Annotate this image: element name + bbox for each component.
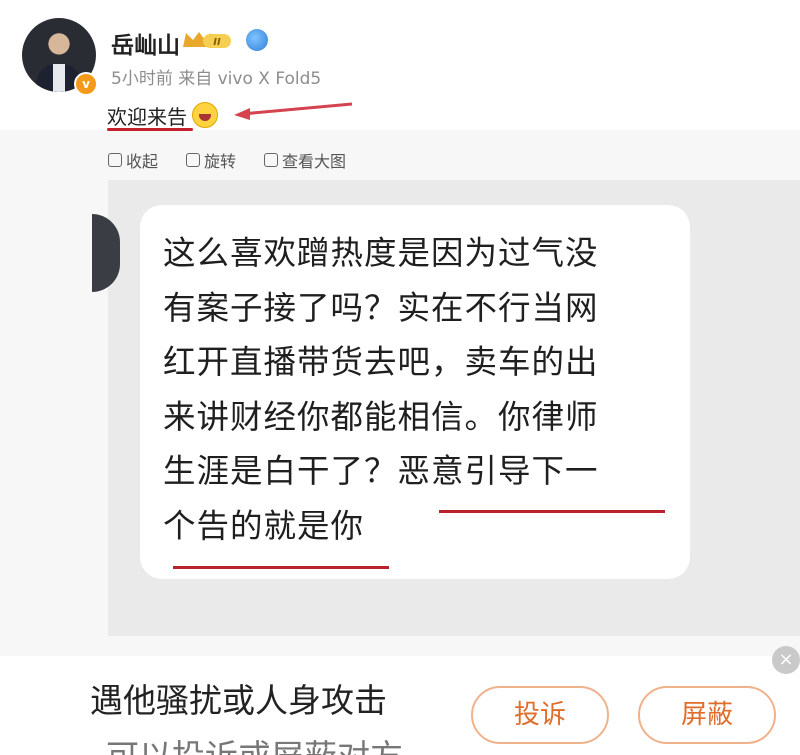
close-icon[interactable]: × bbox=[772, 646, 800, 674]
annotation-underline bbox=[107, 128, 193, 131]
message-line: 个告的就是你 bbox=[163, 506, 365, 545]
message-line: 生涯是白干了？恶意引导下一 bbox=[163, 452, 599, 490]
laughing-emoji-icon bbox=[192, 102, 218, 128]
avatar-shirt bbox=[53, 64, 65, 92]
complain-button[interactable]: 投诉 bbox=[471, 686, 609, 744]
rotate-label: 旋转 bbox=[204, 152, 237, 171]
block-button[interactable]: 屏蔽 bbox=[638, 686, 776, 744]
post-text: 欢迎来告 bbox=[107, 105, 187, 129]
annotation-underline bbox=[173, 566, 389, 569]
collapse-label: 收起 bbox=[126, 152, 159, 171]
message-line: 红开直播带货去吧，卖车的出 bbox=[163, 343, 599, 381]
report-hint-line2: 可以投诉或屏蔽对方 bbox=[106, 730, 403, 755]
view-large-icon bbox=[264, 153, 279, 167]
view-large-label: 查看大图 bbox=[282, 152, 347, 171]
post-meta: 5小时前 来自 vivo X Fold5 bbox=[111, 69, 322, 89]
author-name[interactable]: 岳屾山 bbox=[111, 26, 180, 60]
report-hint-line1: 遇他骚扰或人身攻击 bbox=[90, 681, 387, 720]
rotate-icon bbox=[186, 153, 201, 167]
member-badge-text: II bbox=[213, 37, 221, 48]
annotation-arrow-icon bbox=[234, 102, 353, 120]
verified-icon: v bbox=[74, 72, 98, 96]
rotate-button[interactable]: 旋转 bbox=[186, 148, 236, 172]
message-line: 来讲财经你都能相信。你律师 bbox=[163, 397, 599, 436]
image-actions: 收起 旋转 查看大图 bbox=[108, 148, 346, 172]
annotation-underline bbox=[439, 510, 665, 513]
collapse-icon bbox=[108, 153, 122, 167]
globe-icon[interactable] bbox=[246, 29, 268, 51]
message-text: 这么喜欢蹭热度是因为过气没 有案子接了吗？实在不行当网 红开直播带货去吧，卖车的… bbox=[163, 226, 683, 553]
message-line: 这么喜欢蹭热度是因为过气没 bbox=[163, 234, 599, 272]
message-line: 有案子接了吗？实在不行当网 bbox=[163, 288, 599, 327]
collapse-button[interactable]: 收起 bbox=[108, 148, 158, 172]
view-large-button[interactable]: 查看大图 bbox=[264, 148, 346, 172]
member-crown-icon[interactable]: II bbox=[181, 29, 233, 51]
post-header: v 岳屾山 II 5小时前 来自 vivo X Fold5 欢迎来告 收起 旋转… bbox=[0, 0, 800, 171]
